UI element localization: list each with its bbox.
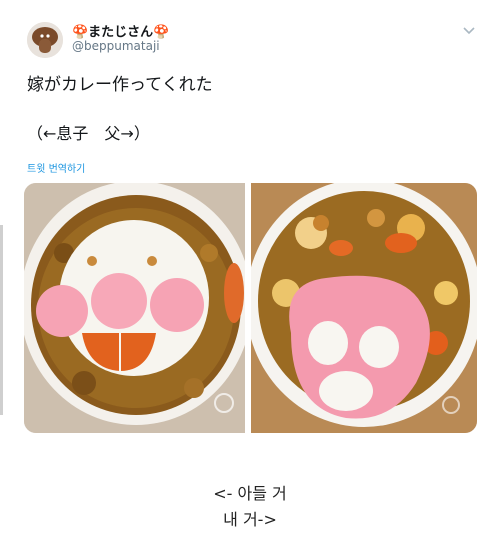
user-handle[interactable]: @beppumataji [72,39,160,53]
photo-father-curry[interactable] [251,183,477,433]
display-name[interactable]: 🍄またじさん🍄 [72,21,169,40]
tweet-text-line1: 嫁がカレー作ってくれた [27,75,213,95]
tweet-card: 🍄またじさん🍄 @beppumataji 嫁がカレー作ってくれた （←息子 父→… [0,0,500,455]
tweet-media[interactable] [24,183,477,433]
caption-son: <- 아들 거 [213,484,287,503]
caption-mine: 내 거-> [223,510,277,529]
photo-son-curry[interactable] [24,183,245,433]
chevron-down-icon[interactable] [462,23,478,39]
tweet-text-line2: （←息子 父→） [27,124,150,143]
scroll-edge [0,225,3,415]
translate-tweet-link[interactable]: 트윗 번역하기 [27,160,85,175]
avatar[interactable] [27,22,63,58]
mushroom-avatar-icon [27,22,63,58]
